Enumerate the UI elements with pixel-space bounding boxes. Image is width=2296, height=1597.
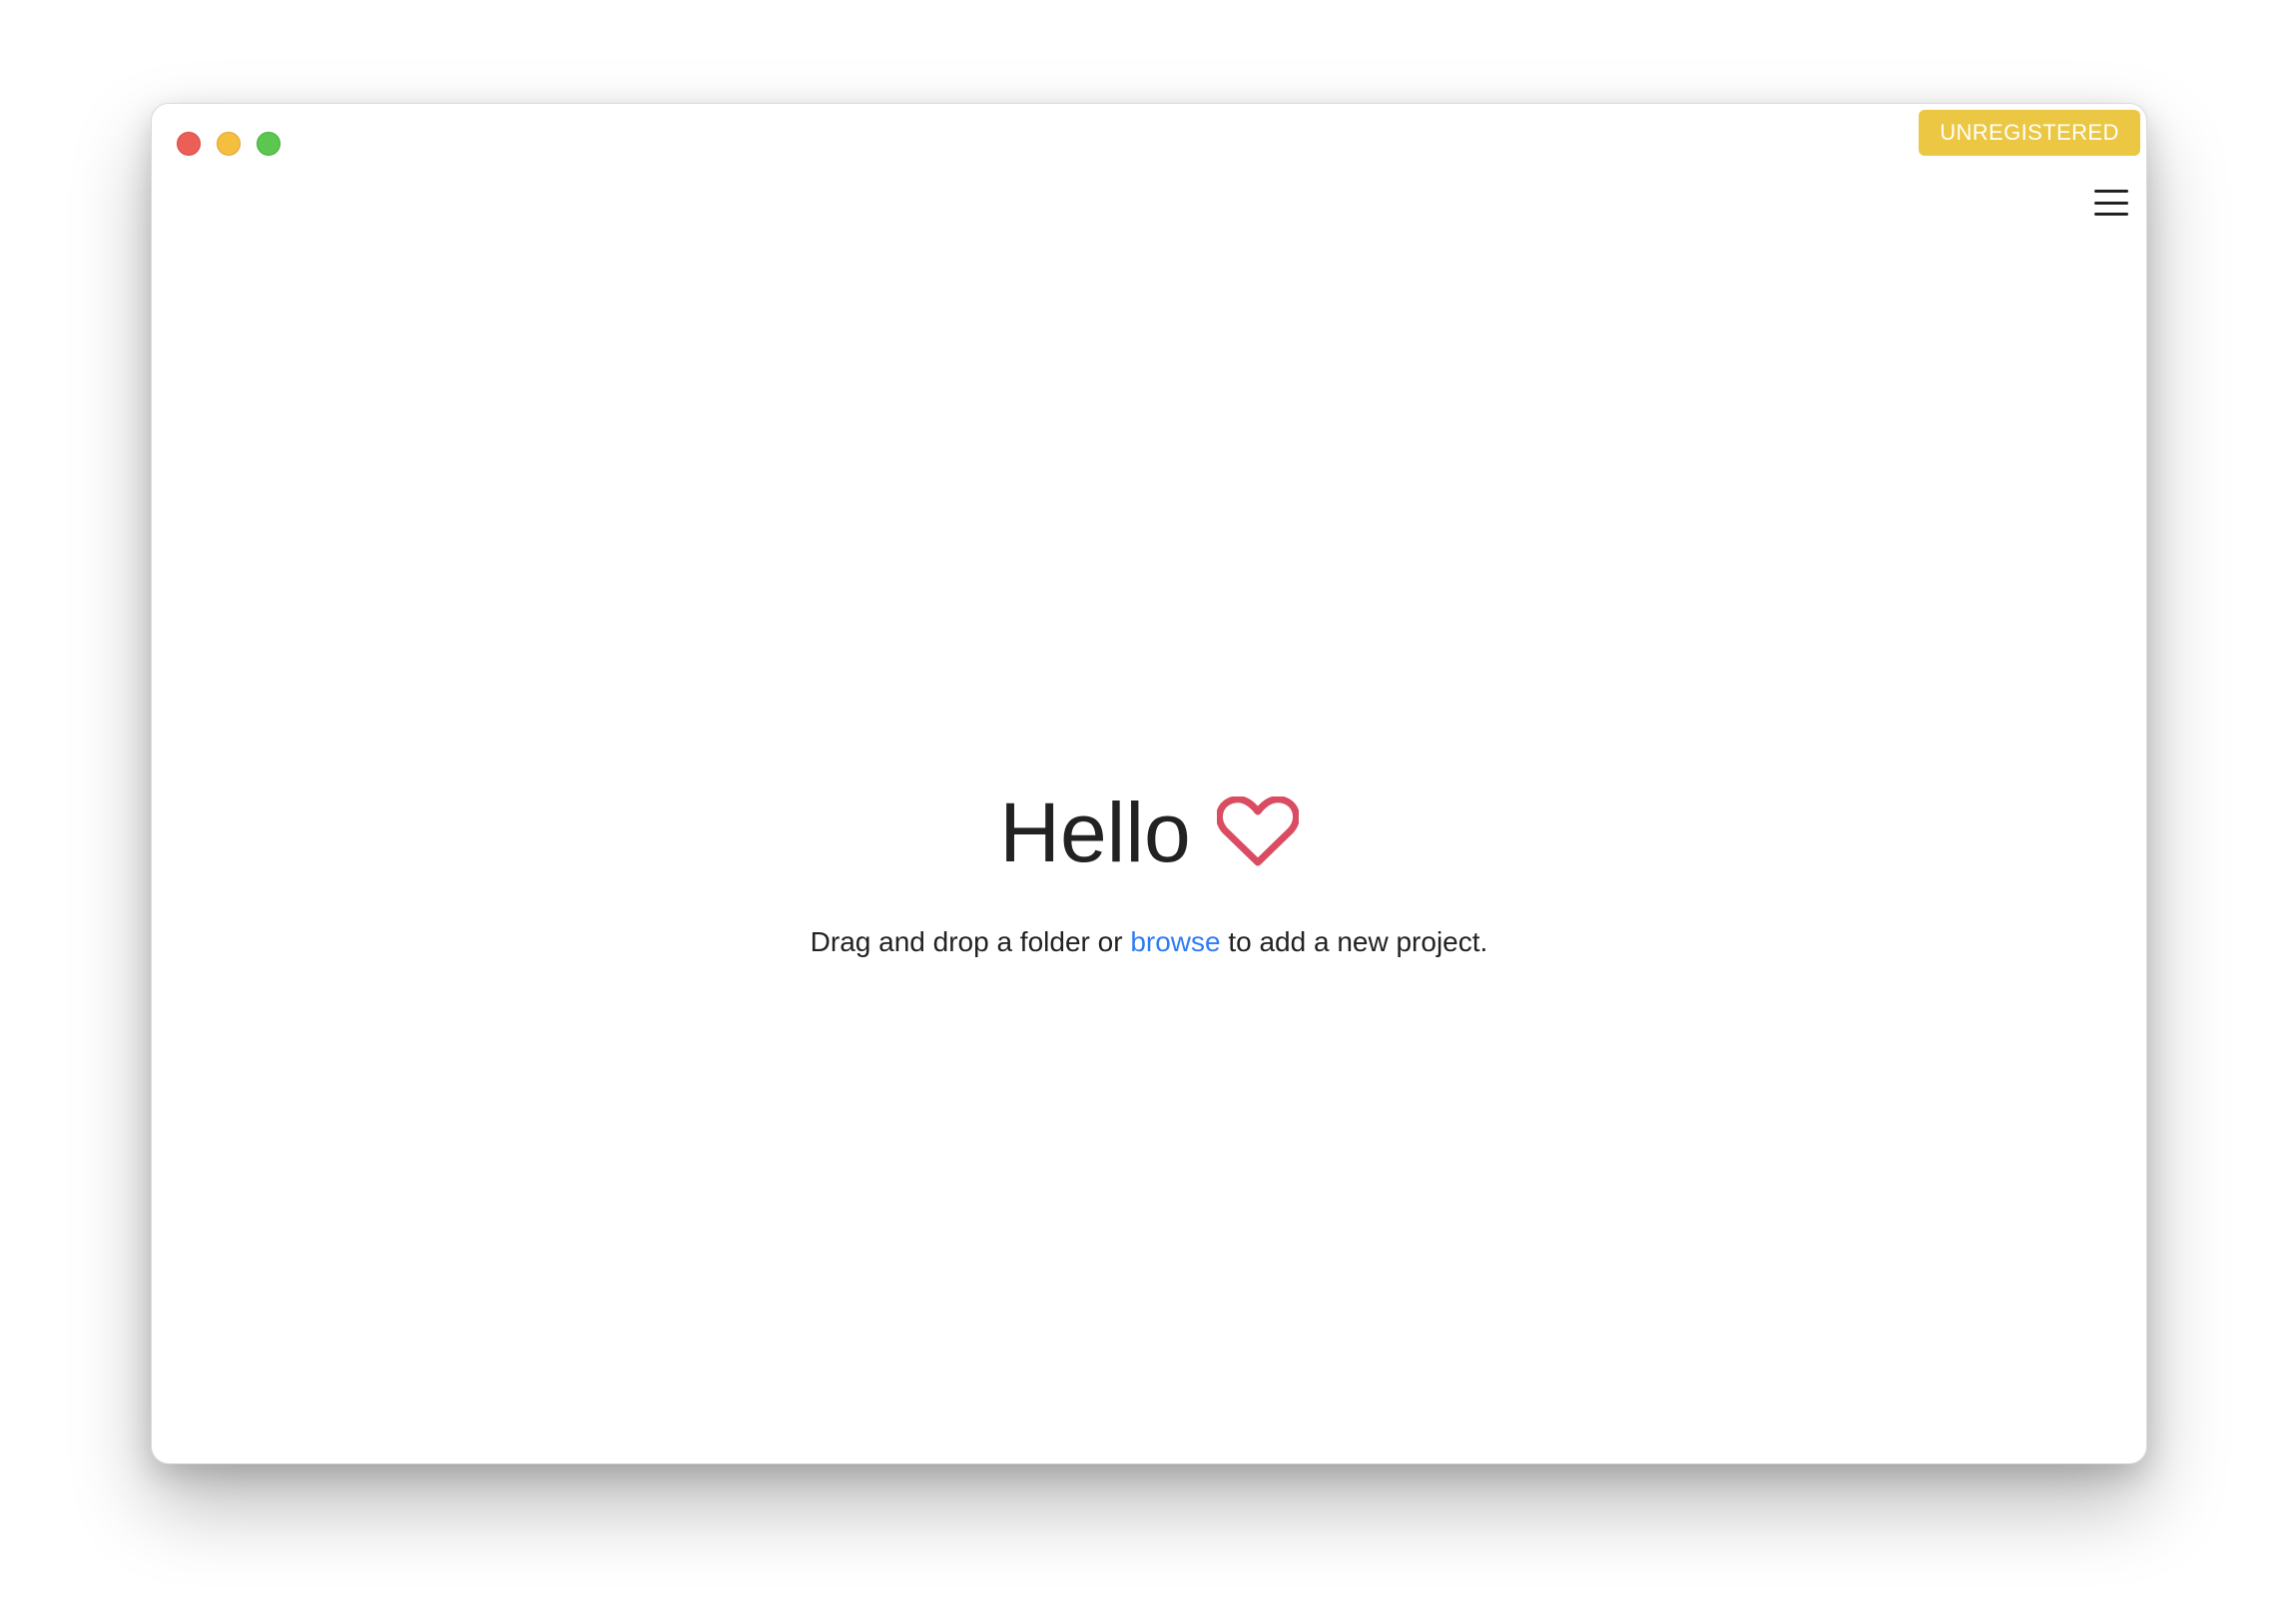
hamburger-line: [2094, 201, 2128, 205]
hamburger-menu-icon[interactable]: [2094, 190, 2128, 216]
zoom-window-button[interactable]: [257, 132, 281, 156]
instruction-suffix: to add a new project.: [1220, 926, 1488, 957]
add-project-instruction: Drag and drop a folder or browse to add …: [152, 922, 2146, 962]
browse-link[interactable]: browse: [1130, 926, 1220, 957]
welcome-panel: Hello Drag and drop a folder or browse t…: [152, 783, 2146, 962]
minimize-window-button[interactable]: [217, 132, 241, 156]
hamburger-line: [2094, 190, 2128, 193]
greeting-text: Hello: [999, 786, 1191, 879]
greeting-heading: Hello: [999, 783, 1299, 882]
heart-icon: [1216, 797, 1299, 868]
instruction-prefix: Drag and drop a folder or: [810, 926, 1131, 957]
page: UNREGISTERED Hello Drag and drop a folde…: [0, 0, 2296, 1597]
hamburger-line: [2094, 213, 2128, 216]
unregistered-badge-button[interactable]: UNREGISTERED: [1919, 110, 2140, 156]
app-window: UNREGISTERED Hello Drag and drop a folde…: [151, 103, 2147, 1464]
close-window-button[interactable]: [177, 132, 201, 156]
window-controls: [177, 132, 281, 156]
